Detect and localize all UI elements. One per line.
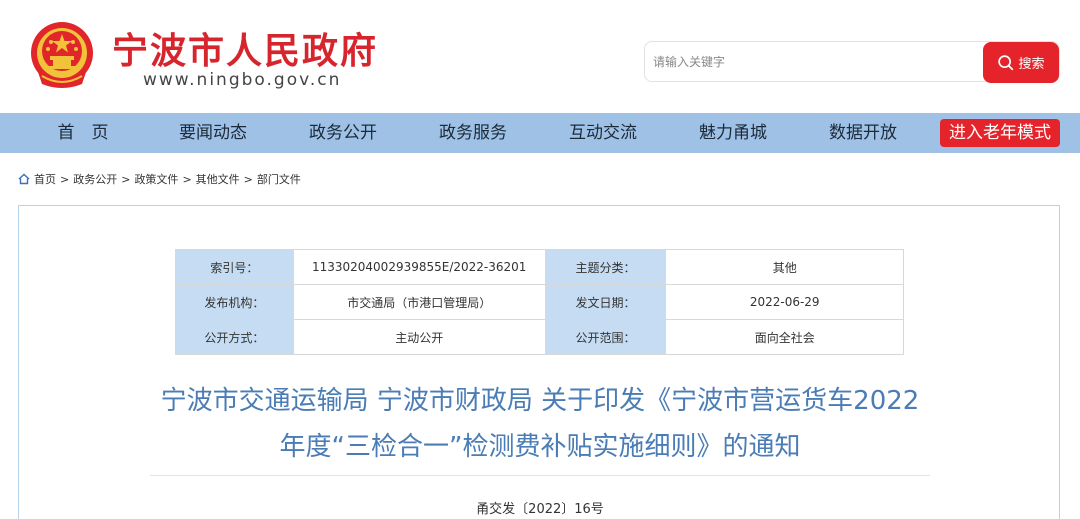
meta-label-publisher: 发布机构： xyxy=(175,284,294,320)
breadcrumb-other-documents[interactable]: 其他文件 xyxy=(196,171,240,187)
search-input[interactable] xyxy=(653,51,973,73)
breadcrumb-policy-documents[interactable]: 政策文件 xyxy=(134,171,178,187)
nav-item-government-services[interactable]: 政务服务 xyxy=(418,113,528,153)
nav-item-charm-city[interactable]: 魅力甬城 xyxy=(678,113,788,153)
breadcrumb-separator: > xyxy=(243,172,253,186)
breadcrumb: 首页 > 政务公开 > 政策文件 > 其他文件 > 部门文件 xyxy=(18,171,301,187)
breadcrumb-home[interactable]: 首页 xyxy=(34,171,56,187)
main-nav: 首 页 要闻动态 政务公开 政务服务 互动交流 魅力甬城 数据开放 进入老年模式 xyxy=(0,113,1080,153)
search-box: 搜索 xyxy=(644,41,1060,83)
nav-item-open-data[interactable]: 数据开放 xyxy=(808,113,918,153)
meta-row: 公开方式： 主动公开 公开范围： 面向全社会 xyxy=(175,319,904,355)
meta-value-publisher: 市交通局（市港口管理局） xyxy=(292,284,546,320)
meta-value-disclosure-method: 主动公开 xyxy=(292,319,546,355)
meta-label-category: 主题分类： xyxy=(544,249,667,285)
search-icon xyxy=(998,55,1014,71)
home-icon xyxy=(18,173,30,185)
site-url[interactable]: www.ningbo.gov.cn xyxy=(143,70,341,90)
document-title-line2: 年度“三检合一”检测费补贴实施细则》的通知 xyxy=(279,432,801,462)
site-title[interactable]: 宁波市人民政府 xyxy=(112,22,378,74)
meta-value-category: 其他 xyxy=(665,249,904,285)
meta-label-disclosure-method: 公开方式： xyxy=(175,319,294,355)
meta-row: 索引号： 11330204002939855E/2022-36201 主题分类：… xyxy=(175,249,904,285)
meta-row: 发布机构： 市交通局（市港口管理局） 发文日期： 2022-06-29 xyxy=(175,284,904,320)
document-meta-table: 索引号： 11330204002939855E/2022-36201 主题分类：… xyxy=(175,249,904,355)
breadcrumb-government-affairs[interactable]: 政务公开 xyxy=(73,171,117,187)
nav-item-government-affairs[interactable]: 政务公开 xyxy=(288,113,398,153)
nav-item-home[interactable]: 首 页 xyxy=(28,113,138,153)
document-title: 宁波市交通运输局 宁波市财政局 关于印发《宁波市营运货车2022 年度“三检合一… xyxy=(120,378,960,470)
document-title-line1: 宁波市交通运输局 宁波市财政局 关于印发《宁波市营运货车2022 xyxy=(160,386,920,416)
elder-mode-button[interactable]: 进入老年模式 xyxy=(940,119,1060,147)
nav-item-news[interactable]: 要闻动态 xyxy=(158,113,268,153)
breadcrumb-separator: > xyxy=(121,172,131,186)
meta-label-date: 发文日期： xyxy=(544,284,667,320)
nav-item-interaction[interactable]: 互动交流 xyxy=(548,113,658,153)
breadcrumb-separator: > xyxy=(60,172,70,186)
meta-value-disclosure-scope: 面向全社会 xyxy=(665,319,904,355)
search-button[interactable]: 搜索 xyxy=(983,42,1059,83)
breadcrumb-separator: > xyxy=(182,172,192,186)
breadcrumb-department-documents[interactable]: 部门文件 xyxy=(257,171,301,187)
meta-value-date: 2022-06-29 xyxy=(665,284,904,320)
meta-value-index: 11330204002939855E/2022-36201 xyxy=(292,249,546,285)
search-button-label: 搜索 xyxy=(1018,57,1045,72)
document-number: 甬交发〔2022〕16号 xyxy=(476,502,604,517)
site-header: 宁波市人民政府 www.ningbo.gov.cn 搜索 xyxy=(0,0,1080,113)
meta-label-index: 索引号： xyxy=(175,249,294,285)
title-divider xyxy=(150,475,930,476)
meta-label-disclosure-scope: 公开范围： xyxy=(544,319,667,355)
national-emblem-icon xyxy=(31,22,93,88)
